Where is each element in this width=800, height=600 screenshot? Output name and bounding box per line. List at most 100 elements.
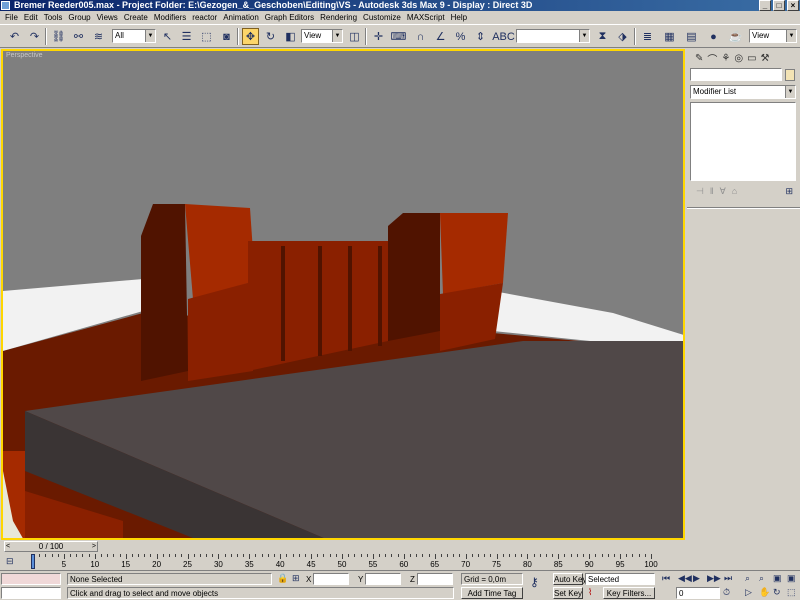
modifier-stack[interactable] — [690, 102, 796, 181]
set-keys-key-icon[interactable]: ⚷ — [530, 576, 539, 588]
absolute-mode-icon[interactable]: ⊞ — [292, 573, 300, 584]
object-name-field[interactable] — [690, 68, 782, 81]
previous-frame-icon[interactable]: ◀◀ — [678, 573, 692, 584]
unlink-selection-icon[interactable]: ⚯ — [70, 28, 87, 45]
menu-file[interactable]: File — [2, 11, 21, 24]
remove-modifier-icon[interactable]: ⌂ — [732, 186, 737, 196]
redo-icon[interactable]: ↷ — [26, 28, 43, 45]
rectangular-selection-icon[interactable]: ⬚ — [198, 28, 215, 45]
menu-help[interactable]: Help — [448, 11, 470, 24]
viewport-scene[interactable] — [3, 51, 685, 540]
mirror-icon[interactable]: ⧗ — [594, 28, 611, 45]
pin-stack-icon[interactable]: ⊣ — [696, 186, 704, 197]
spinner-snap-icon[interactable]: ⇕ — [472, 28, 489, 45]
modify-tab-icon[interactable]: ⌒ — [707, 51, 717, 66]
viewport-label[interactable]: Perspective — [6, 52, 43, 59]
minimize-button[interactable]: _ — [759, 0, 771, 11]
undo-icon[interactable]: ↶ — [6, 28, 23, 45]
edit-named-selection-icon[interactable]: ABC — [492, 28, 515, 45]
keyboard-shortcut-override-icon[interactable]: ⌨ — [390, 28, 407, 45]
key-filters-button[interactable]: Key Filters... — [603, 587, 655, 599]
go-to-start-icon[interactable]: ⏮ — [662, 573, 670, 584]
maximize-viewport-icon[interactable]: ⬚ — [787, 587, 796, 598]
zoom-icon[interactable]: ⌕ — [745, 573, 750, 584]
arc-rotate-icon[interactable]: ↻ — [773, 587, 781, 598]
pivot-center-icon[interactable]: ◫ — [346, 28, 363, 45]
render-scene-icon[interactable]: ☕ — [727, 28, 744, 45]
time-configuration-icon[interactable]: ⏱ — [723, 587, 730, 598]
slider-prev-icon[interactable]: < — [6, 542, 10, 551]
menu-create[interactable]: Create — [121, 11, 151, 24]
material-editor-icon[interactable]: ● — [705, 28, 722, 45]
set-key-button[interactable]: Set Key — [553, 587, 583, 599]
next-frame-icon[interactable]: ▶▶ — [707, 573, 721, 584]
current-frame-field[interactable]: 0 — [676, 587, 720, 599]
schematic-view-icon[interactable]: ▤ — [683, 28, 700, 45]
play-icon[interactable]: ▶ — [693, 573, 700, 584]
layer-manager-icon[interactable]: ≣ — [639, 28, 656, 45]
menu-modifiers[interactable]: Modifiers — [151, 11, 189, 24]
zoom-extents-icon[interactable]: ▣ — [773, 573, 782, 584]
menu-edit[interactable]: Edit — [21, 11, 41, 24]
menu-maxscript[interactable]: MAXScript — [404, 11, 448, 24]
zoom-extents-all-icon[interactable]: ▣ — [787, 573, 796, 584]
display-tab-icon[interactable]: ▭ — [747, 53, 756, 64]
select-object-icon[interactable]: ↖ — [159, 28, 176, 45]
y-coordinate-field[interactable] — [365, 573, 401, 585]
menu-group[interactable]: Group — [65, 11, 93, 24]
select-and-rotate-icon[interactable]: ↻ — [262, 28, 279, 45]
go-to-end-icon[interactable]: ⏭ — [724, 573, 732, 584]
add-time-tag-button[interactable]: Add Time Tag — [461, 587, 523, 599]
close-button[interactable]: × — [787, 0, 799, 11]
select-and-move-icon[interactable]: ✥ — [242, 28, 259, 45]
maxscript-mini-field[interactable] — [1, 587, 61, 599]
field-of-view-icon[interactable]: ▷ — [745, 587, 752, 598]
modifier-list-dropdown[interactable]: Modifier List ▼ — [690, 85, 796, 99]
selection-filter-dropdown[interactable]: All ▼ — [112, 29, 156, 43]
time-slider[interactable]: < 0 / 100 > — [4, 541, 98, 552]
named-selection-dropdown[interactable]: ▼ — [516, 29, 590, 43]
select-and-scale-icon[interactable]: ◧ — [282, 28, 299, 45]
select-and-manipulate-icon[interactable]: ✛ — [370, 28, 387, 45]
show-end-result-icon[interactable]: ‖ — [710, 186, 714, 196]
create-tab-icon[interactable]: ✎ — [695, 53, 703, 64]
x-coordinate-field[interactable] — [313, 573, 349, 585]
slider-next-icon[interactable]: > — [92, 542, 96, 551]
menu-tools[interactable]: Tools — [41, 11, 66, 24]
default-in-out-tangent-icon[interactable]: ⌇ — [588, 587, 592, 598]
angle-snap-icon[interactable]: ∠ — [432, 28, 449, 45]
maxscript-listener-field[interactable] — [1, 573, 61, 585]
percent-snap-icon[interactable]: % — [452, 28, 469, 45]
current-time-marker[interactable] — [31, 554, 35, 569]
align-icon[interactable]: ⬗ — [614, 28, 631, 45]
motion-tab-icon[interactable]: ◎ — [734, 53, 743, 64]
menu-customize[interactable]: Customize — [360, 11, 404, 24]
window-crossing-icon[interactable]: ◙ — [218, 28, 235, 45]
select-by-name-icon[interactable]: ☰ — [178, 28, 195, 45]
curve-editor-icon[interactable]: ▦ — [661, 28, 678, 45]
ref-coord-system-dropdown[interactable]: View ▼ — [301, 29, 343, 43]
menu-reactor[interactable]: reactor — [189, 11, 220, 24]
menu-animation[interactable]: Animation — [220, 11, 262, 24]
track-bar[interactable]: ⊟ 05101520253035404550556065707580859095… — [0, 554, 685, 570]
maximize-button[interactable]: □ — [773, 0, 785, 11]
auto-key-button[interactable]: Auto Key — [553, 573, 586, 585]
hierarchy-tab-icon[interactable]: ⚘ — [721, 53, 730, 64]
select-and-link-icon[interactable]: ⛓ — [50, 28, 67, 45]
key-mode-dropdown[interactable]: Selected — [585, 573, 655, 585]
curve-editor-mini-icon[interactable]: ⊟ — [6, 556, 14, 567]
utilities-tab-icon[interactable]: ⚒ — [761, 53, 770, 64]
z-coordinate-field[interactable] — [417, 573, 453, 585]
menu-graph-editors[interactable]: Graph Editors — [262, 11, 317, 24]
bind-space-warp-icon[interactable]: ≋ — [90, 28, 107, 45]
configure-modifier-sets-icon[interactable]: ⊞ — [785, 186, 793, 197]
menu-rendering[interactable]: Rendering — [317, 11, 360, 24]
object-color-swatch[interactable] — [785, 69, 795, 81]
render-view-dropdown[interactable]: View ▼ — [749, 29, 797, 43]
perspective-viewport[interactable]: Perspective — [1, 49, 685, 540]
zoom-all-icon[interactable]: ⌕ — [759, 573, 764, 584]
make-unique-icon[interactable]: ∀ — [720, 186, 726, 197]
snaps-toggle-icon[interactable]: ∩ — [412, 28, 429, 45]
pan-view-icon[interactable]: ✋ — [759, 587, 770, 598]
menu-views[interactable]: Views — [94, 11, 121, 24]
